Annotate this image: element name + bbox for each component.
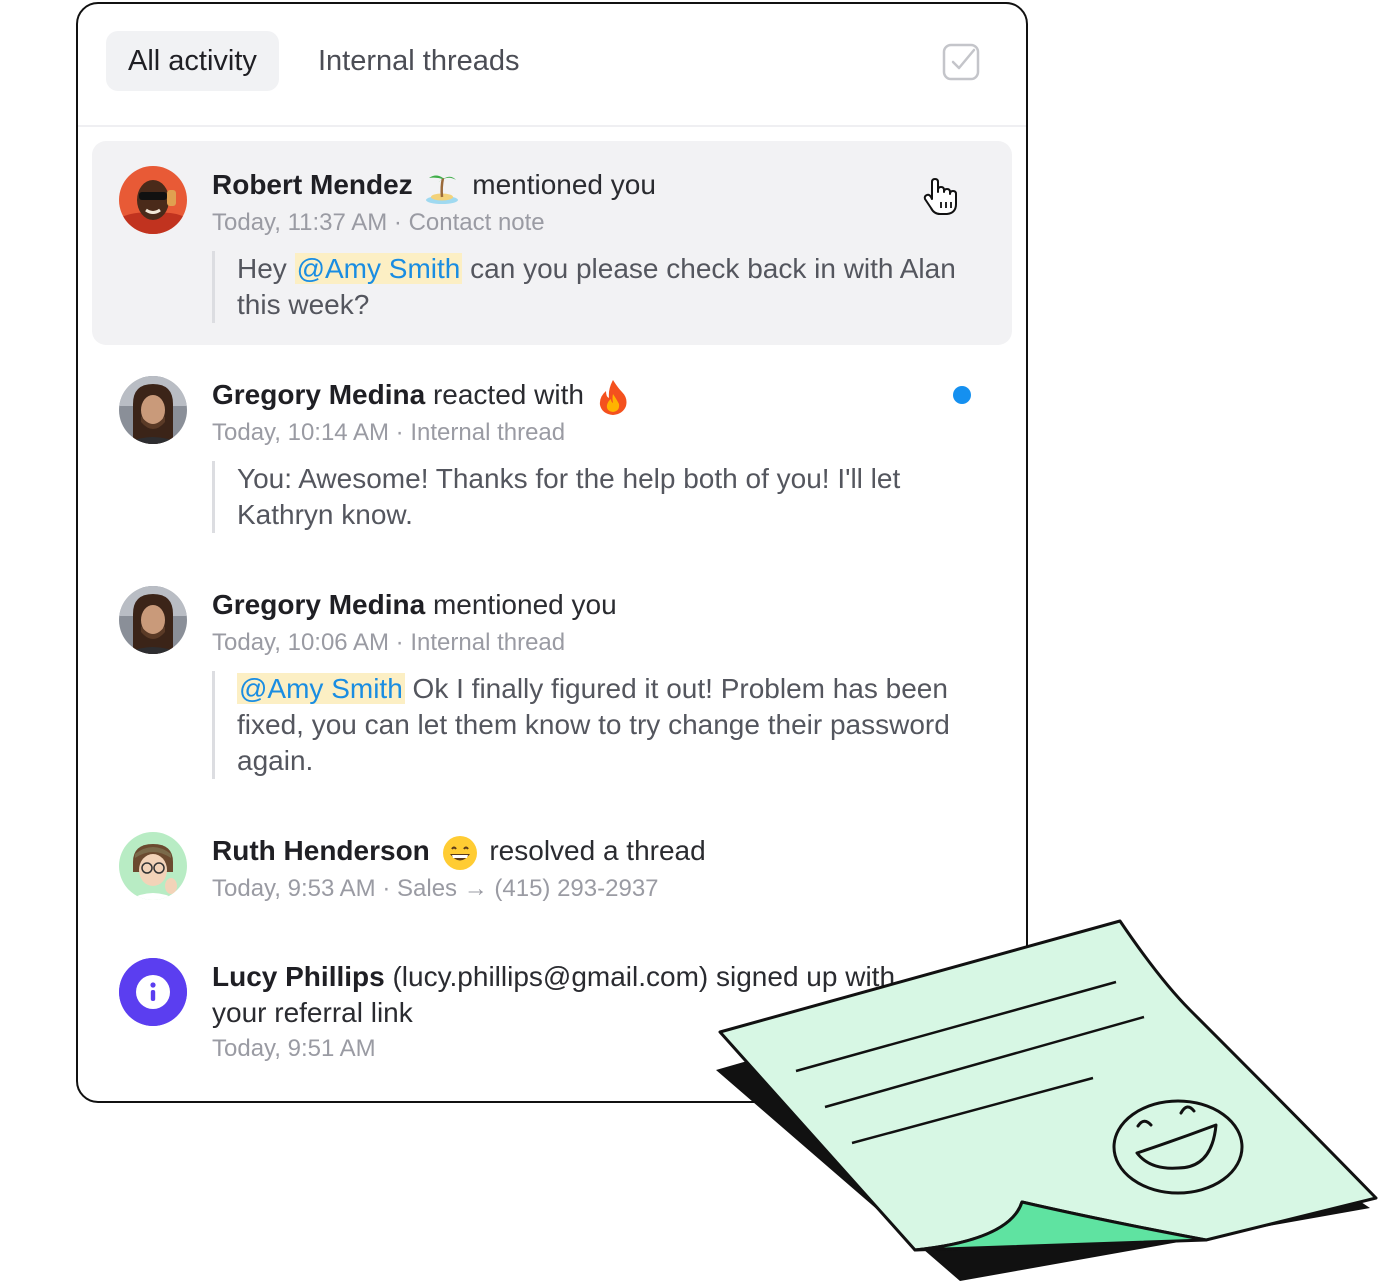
smiley-paper-illustration (716, 919, 1378, 1281)
